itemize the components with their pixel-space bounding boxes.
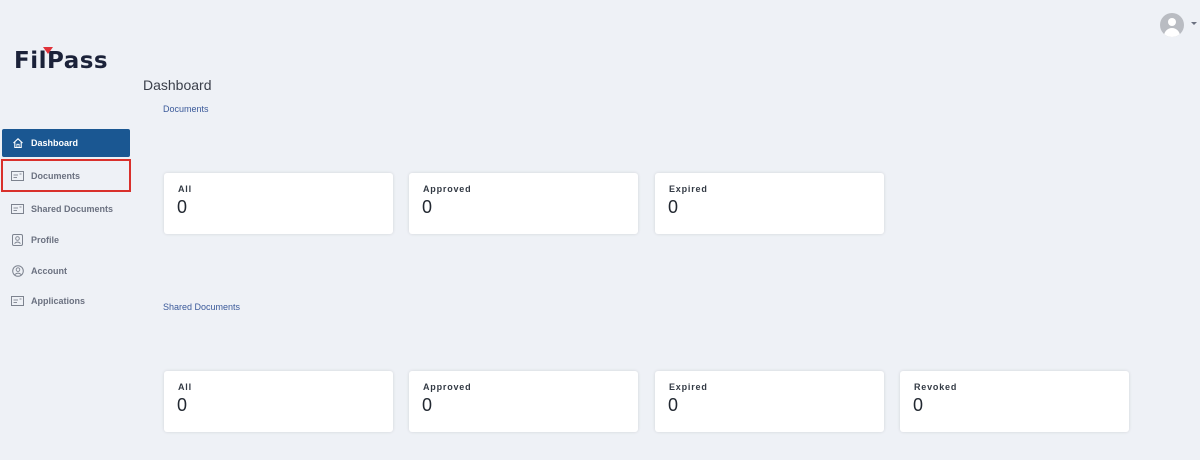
shared-revoked-card: Revoked 0 bbox=[900, 371, 1129, 432]
sidebar-item-profile[interactable]: Profile bbox=[2, 224, 130, 256]
sidebar-item-label: Shared Documents bbox=[31, 203, 114, 214]
card-label: Expired bbox=[669, 184, 708, 194]
profile-badge-icon bbox=[11, 234, 24, 246]
document-card-icon bbox=[11, 203, 24, 214]
home-icon bbox=[11, 138, 24, 149]
document-card-icon bbox=[11, 170, 24, 181]
sidebar-item-label: Dashboard bbox=[31, 138, 79, 148]
logo-accent-mark bbox=[43, 47, 53, 54]
shared-all-card: All 0 bbox=[164, 371, 393, 432]
sidebar: Dashboard Documents Shared Documents Pro… bbox=[1, 129, 131, 316]
card-value: 0 bbox=[668, 197, 679, 217]
sidebar-item-label: Profile bbox=[31, 235, 60, 245]
card-value: 0 bbox=[422, 395, 433, 415]
shared-expired-card: Expired 0 bbox=[655, 371, 884, 432]
card-label: All bbox=[178, 184, 192, 194]
sidebar-item-account[interactable]: Account bbox=[2, 256, 130, 286]
user-circle-icon bbox=[11, 265, 24, 277]
filpass-logo: FilPass bbox=[14, 48, 109, 74]
sidebar-item-label: Applications bbox=[31, 296, 86, 306]
card-label: Revoked bbox=[914, 382, 958, 392]
card-label: Expired bbox=[669, 382, 708, 392]
caret-down-icon[interactable] bbox=[1191, 22, 1197, 25]
sidebar-item-label: Account bbox=[31, 266, 67, 276]
documents-section-title: Documents bbox=[163, 104, 209, 114]
documents-expired-card: Expired 0 bbox=[655, 173, 884, 234]
sidebar-item-documents[interactable]: Documents bbox=[1, 159, 131, 192]
sidebar-item-label: Documents bbox=[31, 170, 81, 181]
page-title: Dashboard bbox=[143, 77, 212, 93]
card-label: Approved bbox=[423, 184, 472, 194]
card-value: 0 bbox=[177, 395, 188, 415]
card-value: 0 bbox=[668, 395, 679, 415]
card-label: All bbox=[178, 382, 192, 392]
shared-documents-section-title: Shared Documents bbox=[163, 302, 241, 312]
card-value: 0 bbox=[422, 197, 433, 217]
card-value: 0 bbox=[177, 197, 188, 217]
card-value: 0 bbox=[913, 395, 924, 415]
documents-all-card: All 0 bbox=[164, 173, 393, 234]
user-avatar-icon[interactable] bbox=[1160, 13, 1184, 37]
document-card-icon bbox=[11, 296, 24, 307]
card-label: Approved bbox=[423, 382, 472, 392]
sidebar-item-applications[interactable]: Applications bbox=[2, 286, 130, 316]
documents-approved-card: Approved 0 bbox=[409, 173, 638, 234]
shared-approved-card: Approved 0 bbox=[409, 371, 638, 432]
sidebar-item-dashboard[interactable]: Dashboard bbox=[2, 129, 130, 157]
sidebar-item-shared-documents[interactable]: Shared Documents bbox=[2, 193, 130, 224]
